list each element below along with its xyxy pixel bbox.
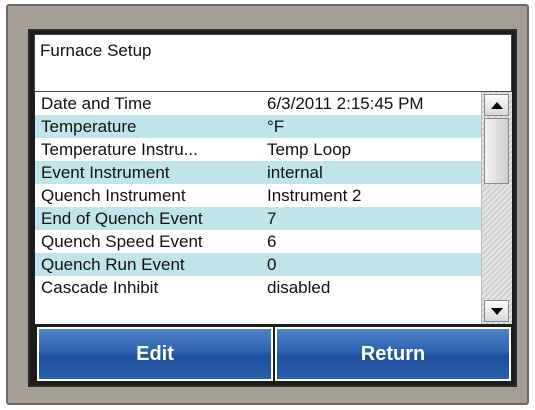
list-item-value: disabled — [267, 278, 331, 297]
page-title: Furnace Setup — [40, 41, 152, 60]
list-item-label: Quench Instrument — [41, 186, 186, 205]
scroll-thumb[interactable] — [484, 118, 509, 184]
return-button[interactable]: Return — [275, 327, 511, 381]
title-panel: Furnace Setup — [34, 34, 512, 92]
list-item-label: End of Quench Event — [41, 209, 203, 228]
list-item[interactable]: Cascade Inhibit disabled — [35, 276, 481, 299]
list-item-label: Temperature Instru... — [41, 140, 198, 159]
scroll-down-button[interactable] — [484, 300, 509, 322]
list-item[interactable]: End of Quench Event 7 — [35, 207, 481, 230]
list-scrollbar[interactable] — [481, 92, 512, 324]
list-item[interactable]: Quench Run Event 0 — [35, 253, 481, 276]
list-item-value: 6 — [267, 232, 277, 251]
list-item[interactable]: Event Instrument internal — [35, 161, 481, 184]
list-item-value: Instrument 2 — [267, 186, 362, 205]
list-item-value: 6/3/2011 2:15:45 PM — [267, 94, 424, 113]
edit-button[interactable]: Edit — [37, 327, 273, 381]
list-item[interactable]: Quench Instrument Instrument 2 — [35, 184, 481, 207]
scroll-up-button[interactable] — [484, 94, 509, 116]
list-item[interactable]: Temperature °F — [35, 115, 481, 138]
list-item-value: 0 — [267, 255, 277, 274]
list-item-label: Event Instrument — [41, 163, 170, 182]
list-item[interactable]: Temperature Instru... Temp Loop — [35, 138, 481, 161]
triangle-up-icon — [490, 101, 503, 109]
list-item-value: 7 — [267, 209, 277, 228]
list-item-label: Temperature — [41, 117, 137, 136]
list-item-value: °F — [267, 117, 285, 136]
list-item[interactable]: Quench Speed Event 6 — [35, 230, 481, 253]
list-item-value: Temp Loop — [267, 140, 352, 159]
list-item[interactable]: Date and Time 6/3/2011 2:15:45 PM — [35, 92, 481, 115]
list-item-label: Date and Time — [41, 94, 152, 113]
triangle-down-icon — [490, 307, 503, 315]
settings-list: Date and Time 6/3/2011 2:15:45 PM Temper… — [35, 92, 481, 324]
list-item-value: internal — [267, 163, 323, 182]
list-item-label: Cascade Inhibit — [41, 278, 159, 297]
list-item-label: Quench Run Event — [41, 255, 185, 274]
list-item-label: Quench Speed Event — [41, 232, 203, 251]
